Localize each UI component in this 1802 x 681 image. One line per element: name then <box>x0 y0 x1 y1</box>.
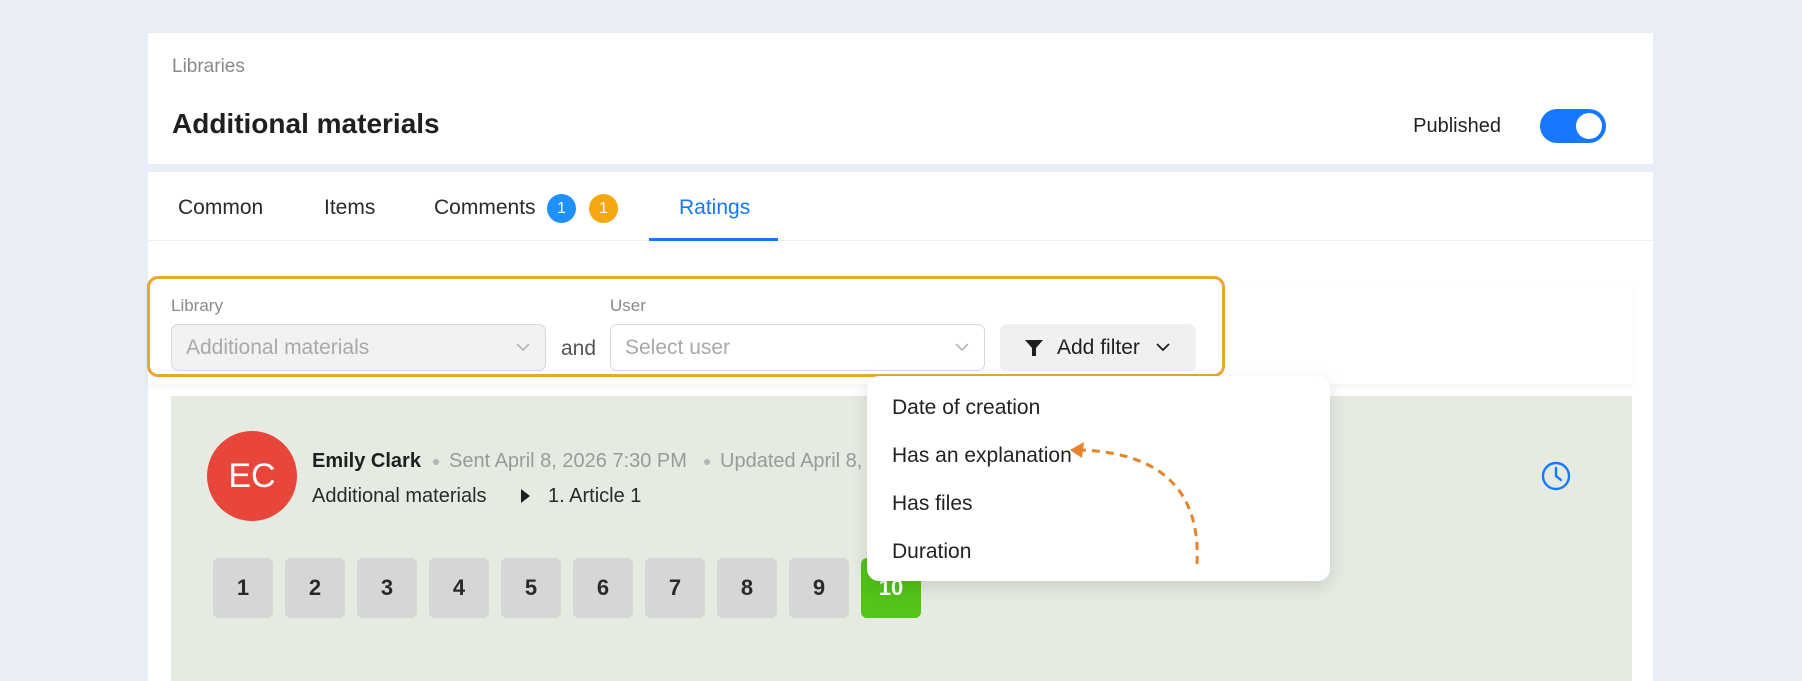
tab-common[interactable]: Common <box>178 196 263 220</box>
toggle-knob <box>1576 113 1602 139</box>
score-6[interactable]: 6 <box>573 558 633 618</box>
updated-time: Updated April 8, <box>720 450 863 472</box>
sent-time: Sent April 8, 2026 7:30 PM <box>449 450 687 472</box>
caret-right-icon <box>521 489 530 503</box>
breadcrumb[interactable]: Libraries <box>172 56 245 78</box>
score-2[interactable]: 2 <box>285 558 345 618</box>
meta-separator <box>704 459 710 465</box>
menu-item-has-files[interactable]: Has files <box>892 492 973 516</box>
filter-highlight-outline <box>147 276 1225 377</box>
score-1[interactable]: 1 <box>213 558 273 618</box>
comments-badge-blue: 1 <box>547 194 576 223</box>
tab-items[interactable]: Items <box>324 196 375 220</box>
menu-item-duration[interactable]: Duration <box>892 540 971 564</box>
tab-comments[interactable]: Comments <box>434 196 536 220</box>
rating-item[interactable]: 1. Article 1 <box>548 485 641 508</box>
tab-bar: Common Items Comments 1 1 Ratings <box>148 172 1653 241</box>
meta-separator <box>433 459 439 465</box>
author-name: Emily Clark <box>312 450 421 472</box>
tab-ratings[interactable]: Ratings <box>679 196 750 220</box>
rating-library[interactable]: Additional materials <box>312 485 487 508</box>
score-7[interactable]: 7 <box>645 558 705 618</box>
comments-badge-orange: 1 <box>589 194 618 223</box>
menu-item-has-explanation[interactable]: Has an explanation <box>892 444 1072 468</box>
page-title: Additional materials <box>172 108 440 139</box>
published-label: Published <box>1413 115 1501 137</box>
score-8[interactable]: 8 <box>717 558 777 618</box>
score-9[interactable]: 9 <box>789 558 849 618</box>
active-tab-indicator <box>649 238 778 241</box>
avatar: EC <box>207 431 297 521</box>
page-header: Libraries Additional materials Published <box>148 33 1653 164</box>
menu-item-date-of-creation[interactable]: Date of creation <box>892 396 1040 420</box>
score-4[interactable]: 4 <box>429 558 489 618</box>
score-3[interactable]: 3 <box>357 558 417 618</box>
published-toggle[interactable] <box>1540 109 1606 143</box>
score-5[interactable]: 5 <box>501 558 561 618</box>
hint-arrow-icon <box>1070 442 1199 565</box>
clock-icon[interactable] <box>1540 460 1572 492</box>
